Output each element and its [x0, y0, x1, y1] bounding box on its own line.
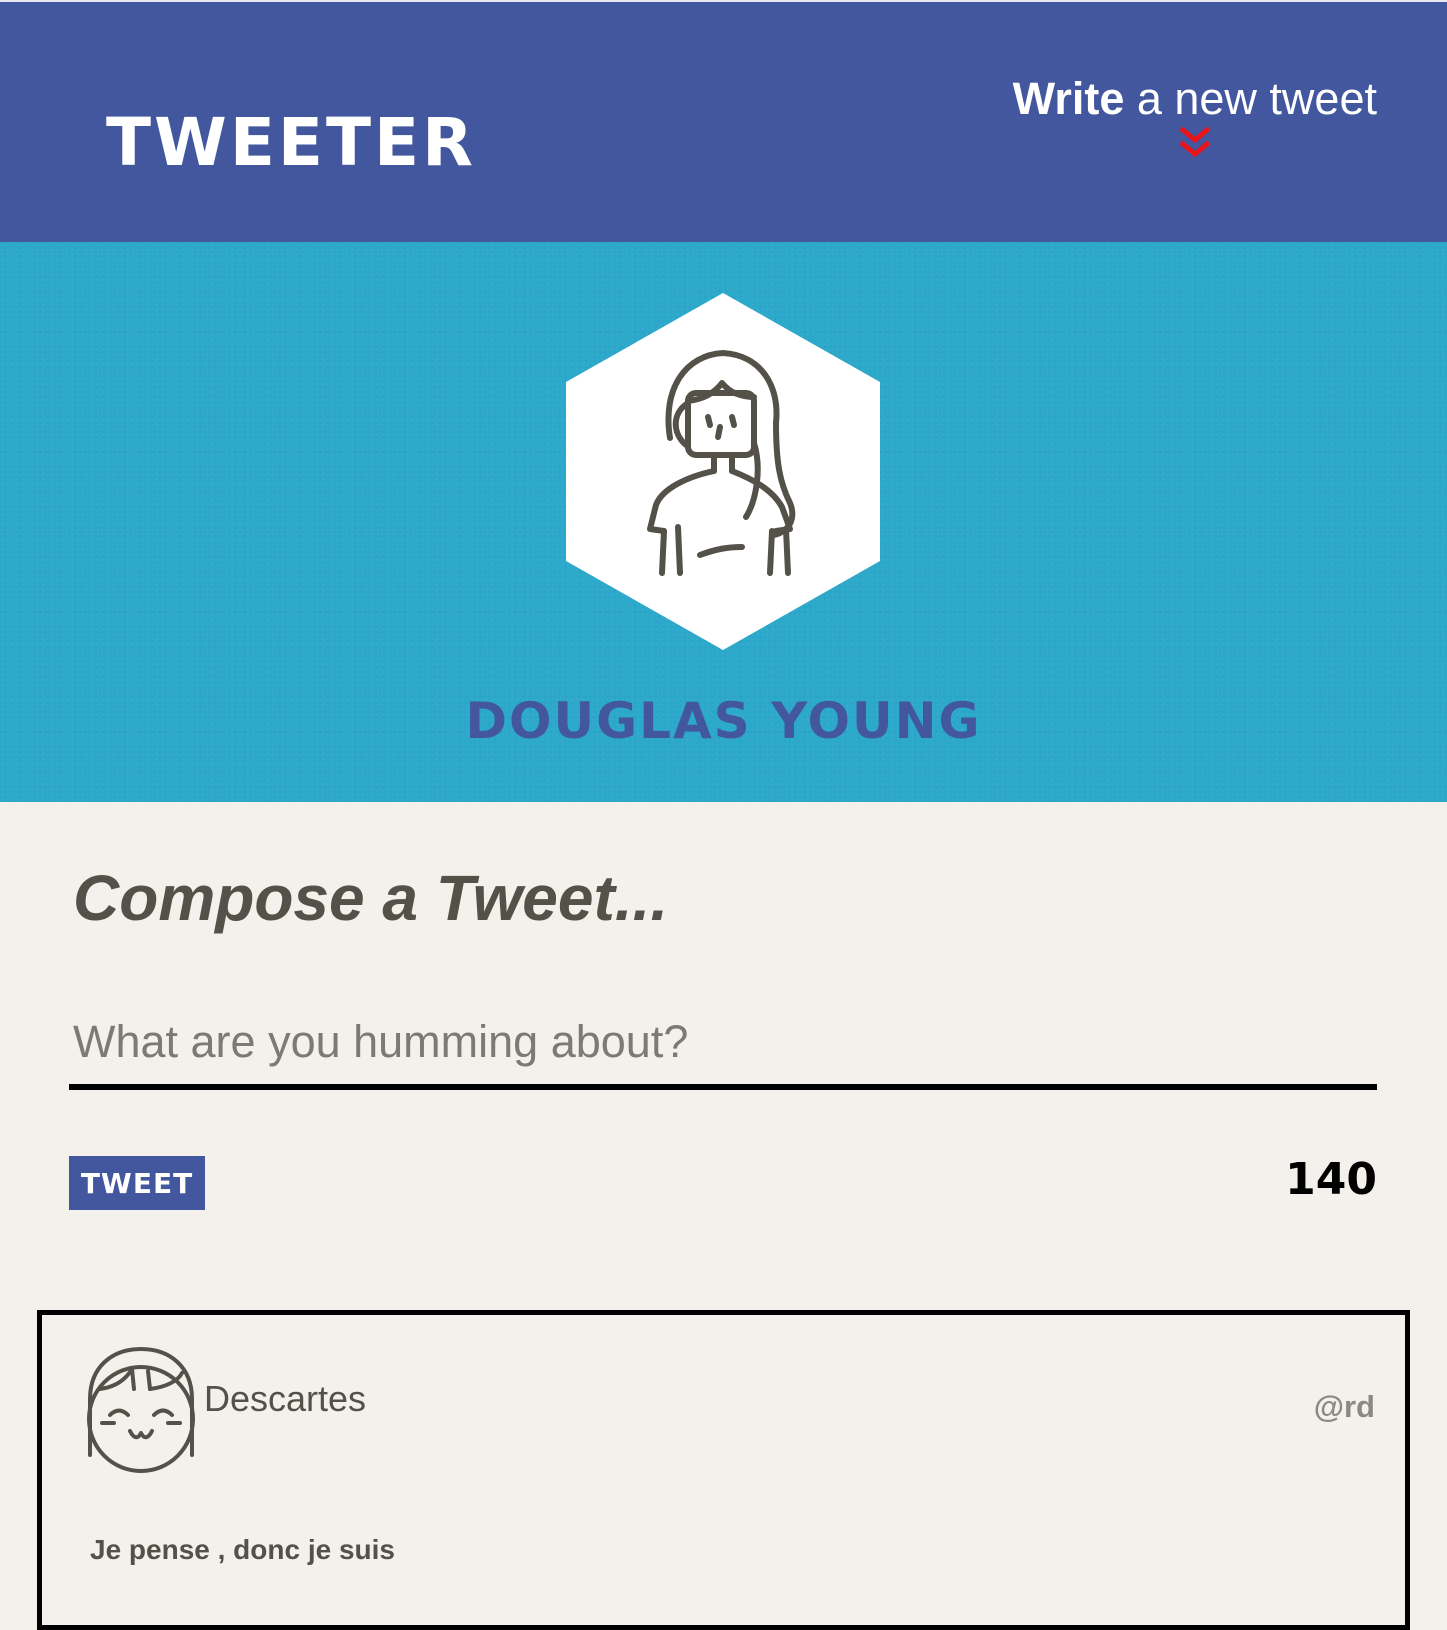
- write-rest-text[interactable]: a new tweet: [1124, 73, 1377, 124]
- tweet-author-handle[interactable]: @rd: [1314, 1391, 1375, 1422]
- write-new-tweet-toggle[interactable]: Write a new tweet: [1013, 76, 1377, 161]
- app-logo: TWEETER: [106, 104, 476, 181]
- character-counter: 140: [1285, 1154, 1377, 1205]
- tweet-content: Je pense , donc je suis: [90, 1534, 396, 1565]
- profile-banner: Douglas Young: [0, 242, 1447, 802]
- tweet-text-input[interactable]: [69, 998, 1377, 1090]
- tweet-author-name[interactable]: Descartes: [204, 1381, 366, 1417]
- profile-avatar: [566, 293, 880, 650]
- top-nav: TWEETER Write a new tweet: [0, 0, 1447, 242]
- tweet-card: Descartes @rd Je pense , donc je suis: [37, 1310, 1410, 1630]
- write-bold-text[interactable]: Write: [1013, 73, 1125, 124]
- hexagon-frame: [566, 293, 880, 650]
- compose-title: Compose a Tweet...: [73, 862, 669, 934]
- smiling-girl-avatar-icon: [87, 1347, 195, 1473]
- tweet-submit-button[interactable]: TWEET: [69, 1156, 205, 1210]
- profile-name: Douglas Young: [465, 692, 982, 750]
- write-new-tweet-label[interactable]: Write a new tweet: [1013, 76, 1377, 121]
- double-chevron-down-icon[interactable]: [1178, 127, 1212, 161]
